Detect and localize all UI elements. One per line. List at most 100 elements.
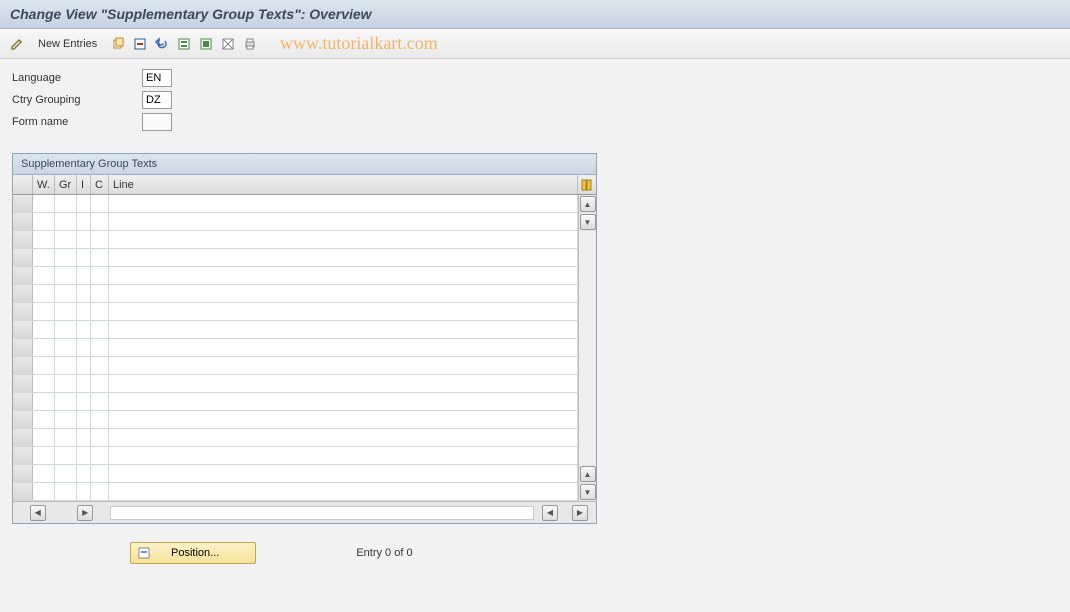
cell-i[interactable] <box>77 321 91 338</box>
cell-c[interactable] <box>91 357 109 374</box>
cell-c[interactable] <box>91 393 109 410</box>
scroll-track[interactable] <box>579 231 596 465</box>
cell-c[interactable] <box>91 249 109 266</box>
cell-i[interactable] <box>77 483 91 500</box>
table-row[interactable] <box>13 429 578 447</box>
change-icon[interactable] <box>8 35 26 53</box>
cell-w[interactable] <box>33 429 55 446</box>
scroll-left-icon[interactable]: ◀ <box>30 505 46 521</box>
cell-c[interactable] <box>91 429 109 446</box>
cell-line[interactable] <box>109 303 578 320</box>
cell-w[interactable] <box>33 411 55 428</box>
cell-gr[interactable] <box>55 213 77 230</box>
row-selector[interactable] <box>13 249 33 266</box>
scroll-right-icon[interactable]: ▶ <box>77 505 93 521</box>
select-all-icon[interactable] <box>175 35 193 53</box>
cell-c[interactable] <box>91 213 109 230</box>
cell-gr[interactable] <box>55 357 77 374</box>
cell-c[interactable] <box>91 375 109 392</box>
cell-gr[interactable] <box>55 447 77 464</box>
row-selector[interactable] <box>13 231 33 248</box>
row-selector[interactable] <box>13 303 33 320</box>
table-row[interactable] <box>13 483 578 501</box>
cell-gr[interactable] <box>55 231 77 248</box>
cell-w[interactable] <box>33 447 55 464</box>
select-block-icon[interactable] <box>197 35 215 53</box>
horizontal-scrollbar[interactable]: ◀ ▶ ◀ ▶ <box>13 501 596 523</box>
table-row[interactable] <box>13 285 578 303</box>
cell-i[interactable] <box>77 339 91 356</box>
table-row[interactable] <box>13 357 578 375</box>
cell-gr[interactable] <box>55 339 77 356</box>
cell-line[interactable] <box>109 357 578 374</box>
cell-i[interactable] <box>77 429 91 446</box>
cell-gr[interactable] <box>55 411 77 428</box>
cell-line[interactable] <box>109 465 578 482</box>
cell-w[interactable] <box>33 483 55 500</box>
deselect-all-icon[interactable] <box>219 35 237 53</box>
print-icon[interactable] <box>241 35 259 53</box>
table-row[interactable] <box>13 339 578 357</box>
cell-gr[interactable] <box>55 249 77 266</box>
scroll-down-bottom-icon[interactable]: ▼ <box>580 484 596 500</box>
position-button[interactable]: Position... <box>130 542 256 564</box>
cell-i[interactable] <box>77 285 91 302</box>
table-row[interactable] <box>13 411 578 429</box>
cell-w[interactable] <box>33 375 55 392</box>
cell-c[interactable] <box>91 303 109 320</box>
cell-gr[interactable] <box>55 303 77 320</box>
table-row[interactable] <box>13 465 578 483</box>
cell-c[interactable] <box>91 321 109 338</box>
scroll-left-end-icon[interactable]: ◀ <box>542 505 558 521</box>
cell-line[interactable] <box>109 483 578 500</box>
row-selector[interactable] <box>13 393 33 410</box>
cell-i[interactable] <box>77 375 91 392</box>
cell-line[interactable] <box>109 213 578 230</box>
cell-line[interactable] <box>109 429 578 446</box>
cell-c[interactable] <box>91 195 109 212</box>
undo-icon[interactable] <box>153 35 171 53</box>
table-settings-icon[interactable] <box>578 175 596 194</box>
hscroll-track[interactable] <box>110 506 534 520</box>
cell-w[interactable] <box>33 267 55 284</box>
cell-w[interactable] <box>33 321 55 338</box>
cell-i[interactable] <box>77 231 91 248</box>
cell-i[interactable] <box>77 195 91 212</box>
cell-gr[interactable] <box>55 285 77 302</box>
cell-w[interactable] <box>33 303 55 320</box>
cell-line[interactable] <box>109 393 578 410</box>
copy-icon[interactable] <box>109 35 127 53</box>
scroll-down-icon[interactable]: ▼ <box>580 214 596 230</box>
cell-line[interactable] <box>109 447 578 464</box>
new-entries-button[interactable]: New Entries <box>30 36 105 52</box>
cell-i[interactable] <box>77 393 91 410</box>
col-header-c[interactable]: C <box>91 175 109 194</box>
cell-i[interactable] <box>77 357 91 374</box>
cell-gr[interactable] <box>55 465 77 482</box>
cell-w[interactable] <box>33 195 55 212</box>
cell-i[interactable] <box>77 267 91 284</box>
row-selector[interactable] <box>13 447 33 464</box>
table-row[interactable] <box>13 249 578 267</box>
cell-i[interactable] <box>77 447 91 464</box>
cell-c[interactable] <box>91 411 109 428</box>
cell-line[interactable] <box>109 285 578 302</box>
row-selector[interactable] <box>13 411 33 428</box>
row-selector[interactable] <box>13 195 33 212</box>
col-header-gr[interactable]: Gr <box>55 175 77 194</box>
col-header-i[interactable]: I <box>77 175 91 194</box>
cell-c[interactable] <box>91 339 109 356</box>
cell-gr[interactable] <box>55 429 77 446</box>
table-row[interactable] <box>13 375 578 393</box>
cell-w[interactable] <box>33 285 55 302</box>
col-header-line[interactable]: Line <box>109 175 578 194</box>
table-row[interactable] <box>13 267 578 285</box>
cell-c[interactable] <box>91 465 109 482</box>
row-selector[interactable] <box>13 339 33 356</box>
row-selector[interactable] <box>13 429 33 446</box>
ctry-grouping-input[interactable] <box>142 91 172 109</box>
cell-c[interactable] <box>91 231 109 248</box>
language-input[interactable] <box>142 69 172 87</box>
cell-i[interactable] <box>77 303 91 320</box>
form-name-input[interactable] <box>142 113 172 131</box>
